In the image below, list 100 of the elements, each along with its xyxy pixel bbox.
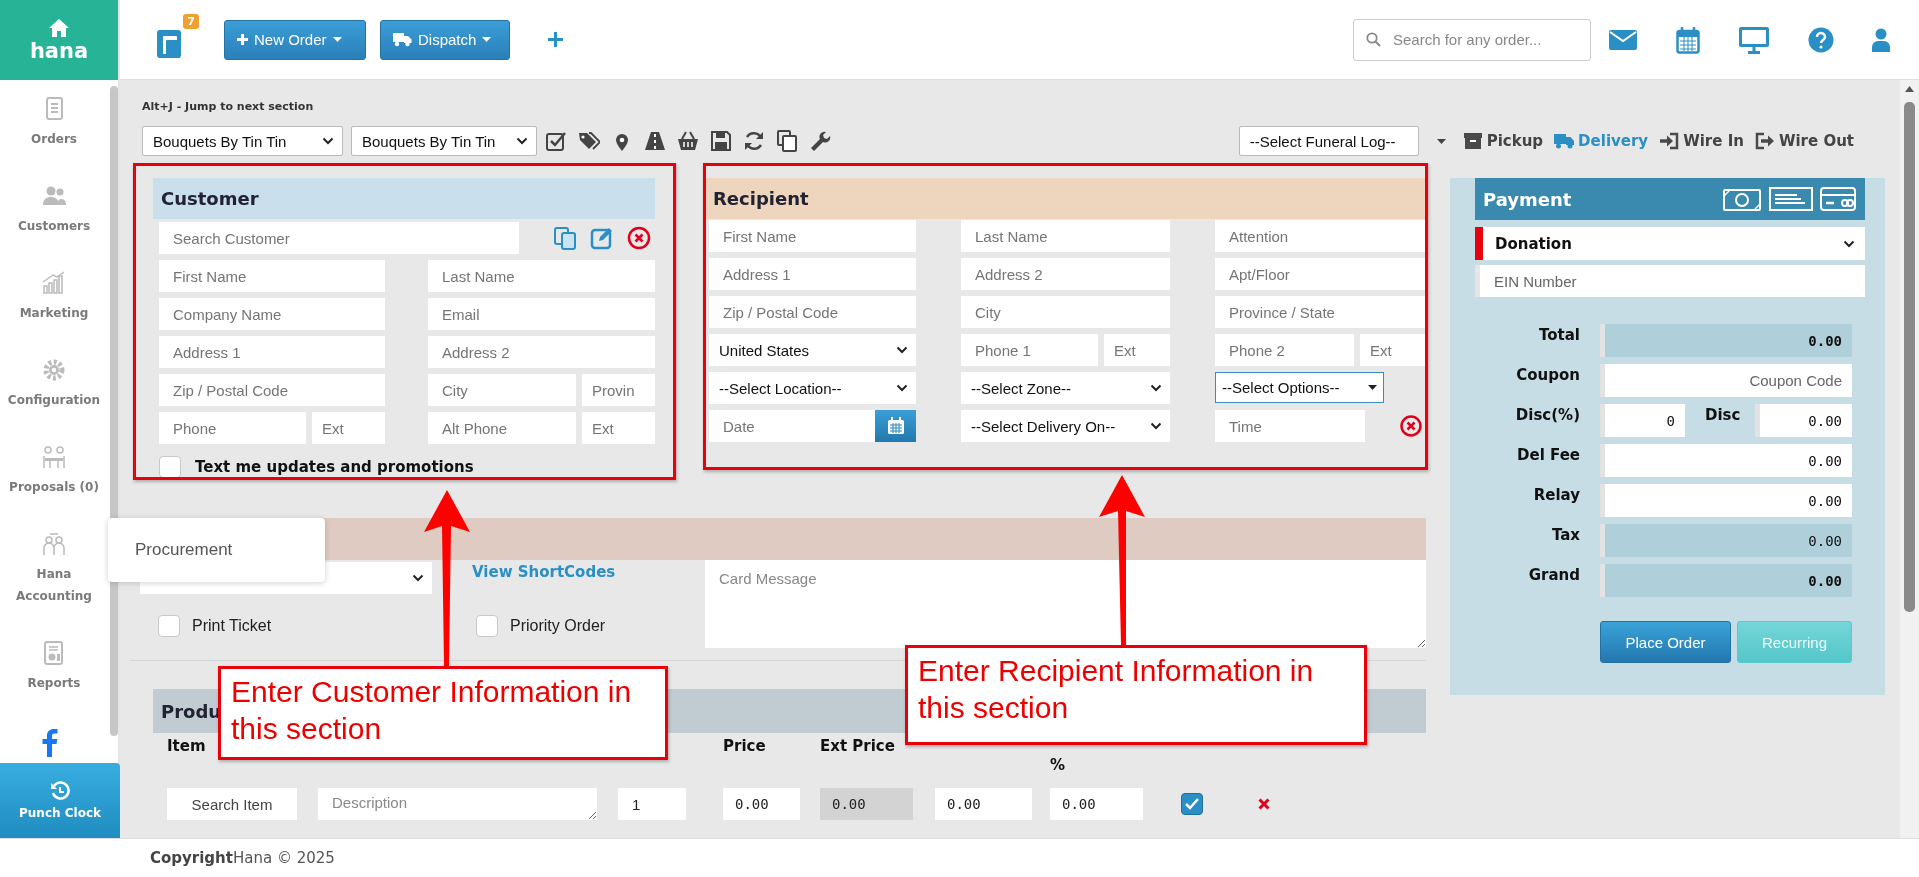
- input-field[interactable]: Email: [428, 298, 655, 330]
- order-type-link[interactable]: Pickup: [1462, 131, 1544, 151]
- sidebar-item[interactable]: Orders: [2, 128, 106, 150]
- input-field[interactable]: Date: [709, 410, 875, 442]
- panel-title: Payment: [1483, 188, 1572, 210]
- select-field[interactable]: United States: [709, 334, 916, 366]
- input-field[interactable]: Last Name: [428, 260, 655, 292]
- checkbox-icon[interactable]: [545, 130, 567, 152]
- input-field[interactable]: Ext: [1104, 334, 1170, 366]
- amount-field[interactable]: 0.00: [1600, 484, 1852, 517]
- select-field[interactable]: Bouquets By Tin Tin: [142, 126, 343, 156]
- input-field[interactable]: First Name: [159, 260, 385, 292]
- input-field[interactable]: Ext: [1360, 334, 1426, 366]
- input-field[interactable]: Province / State: [1215, 296, 1426, 328]
- input-field[interactable]: Ext: [582, 412, 655, 444]
- select-field[interactable]: --Select Delivery On--: [961, 410, 1170, 442]
- input-field[interactable]: Zip / Postal Code: [709, 296, 916, 328]
- card-message-field[interactable]: Card Message: [705, 560, 1426, 648]
- input-field[interactable]: Zip / Postal Code: [159, 374, 385, 406]
- input-field[interactable]: Address 2: [961, 258, 1170, 290]
- input-field[interactable]: Address 1: [709, 258, 916, 290]
- arrow-up-icon[interactable]: [1905, 86, 1914, 92]
- wrench-icon[interactable]: [809, 130, 831, 152]
- select-field[interactable]: --Select Funeral Log--: [1238, 126, 1419, 156]
- plus-icon: [237, 34, 248, 45]
- quantity-field[interactable]: 1: [618, 788, 686, 820]
- checkbox[interactable]: [159, 456, 181, 478]
- checkbox[interactable]: [158, 615, 180, 637]
- order-type-link[interactable]: Wire In: [1659, 131, 1744, 151]
- tags-icon[interactable]: [578, 130, 600, 152]
- order-type-link[interactable]: Wire Out: [1754, 131, 1854, 151]
- amount-field[interactable]: 0: [1600, 404, 1685, 437]
- social-icon[interactable]: [40, 727, 58, 757]
- input-field[interactable]: Apt/Floor: [1215, 258, 1426, 290]
- help-icon[interactable]: [1808, 26, 1834, 53]
- cash-icon[interactable]: [1721, 186, 1763, 212]
- sidebar-item[interactable]: Marketing: [2, 302, 106, 324]
- input-field[interactable]: Address 1: [159, 336, 385, 368]
- section-header: Customer: [153, 178, 655, 219]
- count-badge: 7: [183, 13, 199, 29]
- input-field[interactable]: Attention: [1215, 220, 1426, 252]
- add-icon[interactable]: [548, 32, 563, 47]
- basket-icon[interactable]: [677, 130, 699, 152]
- input-field[interactable]: City: [428, 374, 576, 406]
- sidebar-item[interactable]: Hana Accounting: [2, 563, 106, 607]
- refresh-icon[interactable]: [743, 130, 765, 152]
- input-field[interactable]: Phone: [159, 412, 306, 444]
- copy-icon[interactable]: [776, 130, 798, 152]
- checkbox[interactable]: [476, 615, 498, 637]
- checkbox[interactable]: [1181, 793, 1203, 815]
- sidebar-item[interactable]: Reports: [2, 672, 106, 694]
- user-icon[interactable]: [1872, 27, 1890, 52]
- section-header: Recipient: [705, 178, 1426, 219]
- edit-icon[interactable]: [590, 226, 614, 250]
- amount-field[interactable]: 0.00: [1755, 404, 1852, 437]
- card-icon[interactable]: [1819, 186, 1857, 212]
- input-field[interactable]: Alt Phone: [428, 412, 576, 444]
- menu-item[interactable]: Procurement: [135, 540, 233, 560]
- input-field[interactable]: First Name: [709, 220, 916, 252]
- payment-method-select[interactable]: Donation: [1475, 227, 1865, 260]
- search-item-button[interactable]: Search Item: [167, 788, 297, 820]
- dropdown-button[interactable]: --Select Options--: [1215, 372, 1384, 403]
- road-icon[interactable]: [644, 130, 666, 152]
- input-field[interactable]: Coupon Code: [1600, 364, 1852, 397]
- input-field[interactable]: Time: [1215, 410, 1365, 442]
- input-field[interactable]: Ext: [312, 412, 385, 444]
- clear-icon[interactable]: [627, 226, 651, 250]
- input-field[interactable]: Provin: [582, 374, 655, 406]
- select-field[interactable]: Bouquets By Tin Tin: [351, 126, 537, 156]
- box-icon: [1462, 131, 1483, 151]
- sidebar-item[interactable]: Configuration: [2, 389, 106, 411]
- ein-field[interactable]: EIN Number: [1475, 265, 1865, 297]
- input-field[interactable]: City: [961, 296, 1170, 328]
- search-field[interactable]: Search Customer: [159, 222, 519, 254]
- scrollbar-thumb[interactable]: [1904, 102, 1915, 612]
- input-field[interactable]: Last Name: [961, 220, 1170, 252]
- place-order-button[interactable]: Place Order: [1600, 621, 1731, 663]
- sidebar-item[interactable]: Proposals (0): [2, 476, 106, 498]
- price-field[interactable]: 0.00: [723, 788, 800, 820]
- mail-icon[interactable]: [1608, 28, 1638, 51]
- clear-icon[interactable]: [1400, 415, 1422, 437]
- menu-button[interactable]: New Order: [224, 19, 366, 60]
- sidebar-item[interactable]: Customers: [2, 215, 106, 237]
- amount-field[interactable]: 0.00: [1600, 444, 1852, 477]
- calendar-button[interactable]: [875, 410, 916, 442]
- delete-icon[interactable]: [1258, 798, 1270, 810]
- input-field[interactable]: Phone 1: [961, 334, 1098, 366]
- select-field[interactable]: --Select Location--: [709, 372, 916, 404]
- input-field[interactable]: Address 2: [428, 336, 655, 368]
- description-field[interactable]: Description: [318, 788, 597, 820]
- search-box[interactable]: Search for any order...: [1353, 18, 1591, 61]
- discount-percent-field[interactable]: 0.00: [1050, 788, 1143, 820]
- menu-button[interactable]: Dispatch: [380, 19, 510, 60]
- input-field[interactable]: Company Name: [159, 298, 385, 330]
- monitor-icon[interactable]: [1738, 25, 1770, 54]
- input-field[interactable]: Phone 2: [1215, 334, 1354, 366]
- discount-field[interactable]: 0.00: [935, 788, 1032, 820]
- calendar-icon[interactable]: [1676, 25, 1700, 54]
- cheque-icon[interactable]: [1768, 186, 1814, 212]
- select-field[interactable]: --Select Zone--: [961, 372, 1170, 404]
